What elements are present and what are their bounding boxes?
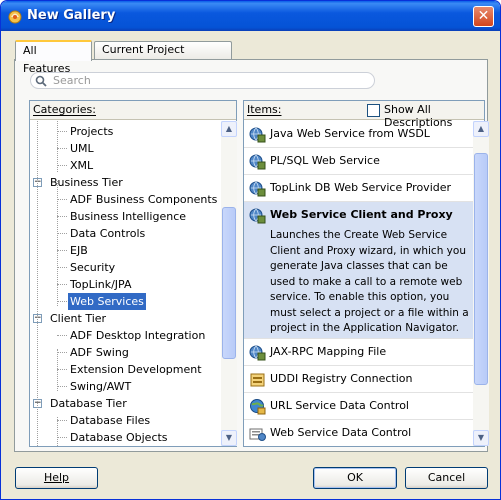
category-item[interactable]: Data Controls: [68, 225, 147, 242]
scroll-thumb[interactable]: [474, 153, 488, 385]
category-item[interactable]: XML: [68, 157, 95, 174]
tree-connector: [57, 349, 58, 391]
ok-button-label: OK: [347, 471, 363, 484]
web-service-icon: [249, 344, 266, 361]
tab-label: All Features: [23, 44, 71, 75]
tree-connector: [57, 369, 67, 370]
gallery-item-label: TopLink DB Web Service Provider: [270, 181, 452, 194]
tree-connector: [57, 181, 58, 306]
web-service-icon: [249, 180, 266, 197]
new-gallery-dialog: New Gallery ✕ All Features Current Proje…: [0, 0, 501, 500]
category-item[interactable]: Business Intelligence: [68, 208, 188, 225]
tab-current-project-features[interactable]: Current Project Features: [94, 41, 232, 72]
gallery-item[interactable]: TopLink DB Web Service Provider: [244, 175, 473, 202]
close-icon: ✕: [477, 8, 490, 24]
tree-connector: [57, 216, 67, 217]
tree-connector: [57, 301, 67, 302]
web-service-icon: [249, 207, 266, 224]
category-item[interactable]: Business Tier: [48, 174, 125, 191]
tree-connector: [57, 165, 67, 166]
gallery-item[interactable]: Java Web Service from WSDL: [244, 121, 473, 148]
gallery-item-label: Web Service Data Control: [270, 426, 412, 439]
show-all-descriptions-checkbox[interactable]: [367, 104, 380, 117]
tree-connector: [37, 121, 38, 446]
tree-connector: [57, 148, 67, 149]
uddi-registry-icon: [249, 371, 266, 388]
gallery-item[interactable]: URL Service Data Control: [244, 393, 473, 420]
categories-label: Categories:: [33, 103, 96, 116]
categories-scrollbar[interactable]: ▲ ▼: [221, 121, 237, 446]
category-item[interactable]: UML: [68, 140, 96, 157]
items-scrollbar[interactable]: ▲ ▼: [473, 121, 489, 446]
tree-connector: [57, 352, 67, 353]
tree-connector: [57, 420, 67, 421]
tab-all-features[interactable]: All Features: [15, 40, 92, 75]
cancel-button[interactable]: Cancel: [405, 467, 488, 489]
cancel-button-label: Cancel: [427, 471, 466, 484]
web-service-icon: [249, 126, 266, 143]
tree-connector: [57, 437, 67, 438]
items-list: Java Web Service from WSDL PL/SQL Web Ser…: [244, 121, 473, 446]
tree-connector: [57, 250, 67, 251]
gallery-item[interactable]: Web Service Data Control: [244, 420, 473, 446]
ok-button[interactable]: OK: [313, 467, 397, 489]
scroll-up-arrow-icon[interactable]: ▲: [473, 121, 489, 137]
gallery-item-label: UDDI Registry Connection: [270, 372, 413, 385]
category-item[interactable]: ADF Desktop Integration: [68, 327, 207, 344]
url-data-control-icon: [249, 398, 266, 415]
scroll-down-arrow-icon[interactable]: ▼: [473, 430, 489, 446]
tree-connector: [57, 131, 67, 132]
tree-connector: [57, 121, 58, 172]
gallery-item-label: PL/SQL Web Service: [270, 154, 380, 167]
web-service-icon: [249, 153, 266, 170]
categories-panel: Categories: Projects UML XML Business Tier −…: [29, 100, 237, 447]
gallery-item[interactable]: Web Service Client and Proxy Launches the…: [244, 202, 473, 339]
tree-connector: [57, 233, 67, 234]
items-label: Items:: [247, 103, 282, 116]
category-item[interactable]: Client Tier: [48, 310, 108, 327]
category-item[interactable]: Swing/AWT: [68, 378, 133, 395]
category-item[interactable]: Database Files: [68, 412, 152, 429]
scroll-down-arrow-icon[interactable]: ▼: [221, 430, 237, 446]
category-item[interactable]: Extension Development: [68, 361, 204, 378]
category-item[interactable]: Projects: [68, 123, 115, 140]
gallery-item-label: JAX-RPC Mapping File: [270, 345, 387, 358]
category-item[interactable]: ADF Business Components: [68, 191, 219, 208]
items-header: Items: Show All Descriptions: [244, 101, 484, 129]
gallery-item-description: Launches the Create Web Service Client a…: [270, 229, 469, 334]
category-item[interactable]: TopLink/JPA: [68, 276, 134, 293]
scroll-thumb[interactable]: [222, 207, 236, 359]
categories-header: Categories:: [30, 101, 236, 120]
category-item[interactable]: Web Services: [68, 293, 146, 310]
tree-connector: [57, 267, 67, 268]
items-panel: Items: Show All Descriptions Java Web Se…: [243, 100, 489, 447]
title-bar[interactable]: New Gallery ✕: [1, 1, 500, 31]
close-button[interactable]: ✕: [473, 6, 494, 27]
gallery-item[interactable]: PL/SQL Web Service: [244, 148, 473, 175]
help-button-label: Help: [43, 471, 70, 484]
gallery-app-icon: [8, 10, 22, 24]
gallery-item-label: URL Service Data Control: [270, 399, 409, 412]
scroll-up-arrow-icon[interactable]: ▲: [221, 121, 237, 137]
gallery-panel: Search Categories: Projects UML XML Busines…: [14, 59, 489, 452]
search-input[interactable]: Search: [30, 72, 375, 89]
web-service-data-control-icon: [249, 425, 266, 442]
category-item[interactable]: EJB: [68, 242, 90, 259]
gallery-item-label: Java Web Service from WSDL: [270, 127, 430, 140]
gallery-item-label: Web Service Client and Proxy: [270, 208, 453, 221]
gallery-item[interactable]: UDDI Registry Connection: [244, 366, 473, 393]
category-item[interactable]: Database Tier: [48, 395, 129, 412]
help-button[interactable]: Help: [15, 467, 98, 489]
categories-tree: Projects UML XML Business Tier − ADF Business…: [30, 121, 221, 446]
tree-connector: [57, 417, 58, 446]
tree-connector: [57, 386, 67, 387]
tree-connector: [57, 284, 67, 285]
category-item[interactable]: Database Objects: [68, 429, 170, 446]
category-item[interactable]: Security: [68, 259, 117, 276]
category-item[interactable]: ADF Swing: [68, 344, 131, 361]
window-title: New Gallery: [27, 8, 116, 23]
gallery-item[interactable]: JAX-RPC Mapping File: [244, 339, 473, 366]
tree-connector: [57, 335, 67, 336]
tree-connector: [57, 199, 67, 200]
